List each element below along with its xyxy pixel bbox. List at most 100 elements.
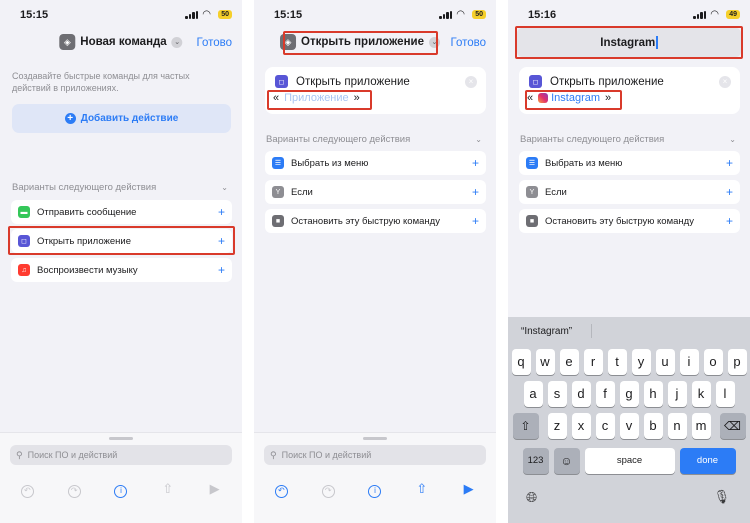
key-y[interactable]: y <box>631 349 651 375</box>
list-item[interactable]: ■ Остановить эту быструю команду + <box>519 209 740 233</box>
close-icon[interactable]: × <box>465 76 477 88</box>
key-u[interactable]: u <box>655 349 675 375</box>
share-icon[interactable]: ⇧ <box>414 481 430 497</box>
close-icon[interactable]: × <box>719 76 731 88</box>
search-icon: ⚲ <box>16 449 23 460</box>
undo-icon[interactable]: ↶ <box>273 481 289 498</box>
plus-icon[interactable]: + <box>726 156 733 170</box>
redo-icon[interactable]: ↷ <box>320 481 336 498</box>
key-c[interactable]: c <box>595 413 615 439</box>
key-k[interactable]: k <box>691 381 711 407</box>
add-action-button[interactable]: + Добавить действие <box>12 104 231 133</box>
share-icon[interactable]: ⇧ <box>160 481 176 497</box>
list-item[interactable]: ☰ Выбрать из меню + <box>519 151 740 175</box>
suggestion-item[interactable]: “Instagram” <box>521 326 572 337</box>
sheet-grabber[interactable] <box>363 437 387 440</box>
status-time: 15:16 <box>528 9 557 21</box>
menu-icon: ☰ <box>526 157 538 169</box>
plus-icon[interactable]: + <box>726 214 733 228</box>
key-g[interactable]: g <box>619 381 639 407</box>
info-icon[interactable]: i <box>367 481 383 498</box>
signal-icon <box>185 10 199 19</box>
list-item[interactable]: Y Если + <box>519 180 740 204</box>
plus-icon[interactable]: + <box>472 156 479 170</box>
menu-icon: ☰ <box>272 157 284 169</box>
key-t[interactable]: t <box>607 349 627 375</box>
plus-icon[interactable]: + <box>218 263 225 277</box>
shift-key[interactable]: ⇧ <box>512 413 539 439</box>
undo-icon[interactable]: ↶ <box>19 481 35 498</box>
toolbar: ↶ ↷ i ⇧ ▶ <box>0 481 242 498</box>
list-item[interactable]: ☰ Выбрать из меню + <box>265 151 486 175</box>
action-title: Открыть приложение <box>550 75 664 88</box>
list-item[interactable]: ♫ Воспроизвести музыку + <box>11 258 232 282</box>
keyboard-row-3: ⇧ zxcvbnm ⌫ <box>508 413 750 439</box>
chevron-down-icon: ⌄ <box>221 183 228 192</box>
play-icon[interactable]: ▶ <box>461 481 477 497</box>
shortcut-icon: ◈ <box>59 34 76 50</box>
key-s[interactable]: s <box>547 381 567 407</box>
backspace-key[interactable]: ⌫ <box>719 413 746 439</box>
screen-new-shortcut: 15:15 ◠ 50 ◈ Новая команда ⌄ Готово Созд… <box>0 0 242 523</box>
sheet-grabber[interactable] <box>109 437 133 440</box>
key-e[interactable]: e <box>559 349 579 375</box>
key-n[interactable]: n <box>667 413 687 439</box>
next-actions-header[interactable]: Варианты следующего действия ⌄ <box>12 182 228 193</box>
search-input[interactable]: ⚲ Поиск ПО и действий <box>10 445 232 465</box>
key-r[interactable]: r <box>583 349 603 375</box>
emoji-key[interactable]: ☺ <box>553 448 580 474</box>
key-l[interactable]: l <box>715 381 735 407</box>
plus-icon[interactable]: + <box>472 185 479 199</box>
page-title: Новая команда <box>80 36 167 48</box>
shortcut-title-button[interactable]: ◈ Новая команда ⌄ <box>59 34 183 50</box>
key-w[interactable]: w <box>535 349 555 375</box>
if-icon: Y <box>272 186 284 198</box>
microphone-icon[interactable]: 🎙︎ <box>713 489 730 505</box>
screen-open-app: 15:15 ◠ 50 ◈ Открыть приложение ⌄ Готово… <box>254 0 496 523</box>
key-o[interactable]: o <box>703 349 723 375</box>
highlight-box <box>267 90 372 110</box>
plus-icon[interactable]: + <box>472 214 479 228</box>
numbers-key[interactable]: 123 <box>522 448 549 474</box>
space-key[interactable]: space <box>584 448 675 474</box>
redo-icon[interactable]: ↷ <box>66 481 82 498</box>
list-item[interactable]: ▬ Отправить сообщение + <box>11 200 232 224</box>
signal-icon <box>693 10 707 19</box>
key-i[interactable]: i <box>679 349 699 375</box>
status-time: 15:15 <box>274 9 303 21</box>
globe-icon[interactable]: 🌐︎ <box>526 489 537 506</box>
key-z[interactable]: z <box>547 413 567 439</box>
key-j[interactable]: j <box>667 381 687 407</box>
plus-circle-icon: + <box>64 113 76 124</box>
plus-icon[interactable]: + <box>726 185 733 199</box>
key-x[interactable]: x <box>571 413 591 439</box>
wifi-icon: ◠ <box>456 9 465 20</box>
key-d[interactable]: d <box>571 381 591 407</box>
highlight-box <box>525 90 622 110</box>
plus-icon[interactable]: + <box>218 205 225 219</box>
key-b[interactable]: b <box>643 413 663 439</box>
next-actions-header[interactable]: Варианты следующего действия ⌄ <box>266 134 482 145</box>
play-icon[interactable]: ▶ <box>207 481 223 497</box>
key-m[interactable]: m <box>691 413 711 439</box>
list-item[interactable]: ■ Остановить эту быструю команду + <box>265 209 486 233</box>
done-button[interactable]: Готово <box>196 37 232 49</box>
search-icon: ⚲ <box>270 449 277 460</box>
key-q[interactable]: q <box>511 349 531 375</box>
next-actions-header[interactable]: Варианты следующего действия ⌄ <box>520 134 736 145</box>
search-input[interactable]: ⚲ Поиск ПО и действий <box>264 445 486 465</box>
suggestion-bar: “Instagram” <box>508 317 750 345</box>
app-icon: ◻ <box>529 75 542 88</box>
key-v[interactable]: v <box>619 413 639 439</box>
key-p[interactable]: p <box>727 349 747 375</box>
done-button[interactable]: Готово <box>450 37 486 49</box>
key-h[interactable]: h <box>643 381 663 407</box>
chevron-down-icon: ⌄ <box>475 135 482 144</box>
key-f[interactable]: f <box>595 381 615 407</box>
list-item[interactable]: Y Если + <box>265 180 486 204</box>
key-a[interactable]: a <box>523 381 543 407</box>
signal-icon <box>439 10 453 19</box>
done-key[interactable]: done <box>679 448 736 474</box>
info-icon[interactable]: i <box>113 481 129 498</box>
keyboard-row-2: asdfghjkl <box>508 381 750 407</box>
